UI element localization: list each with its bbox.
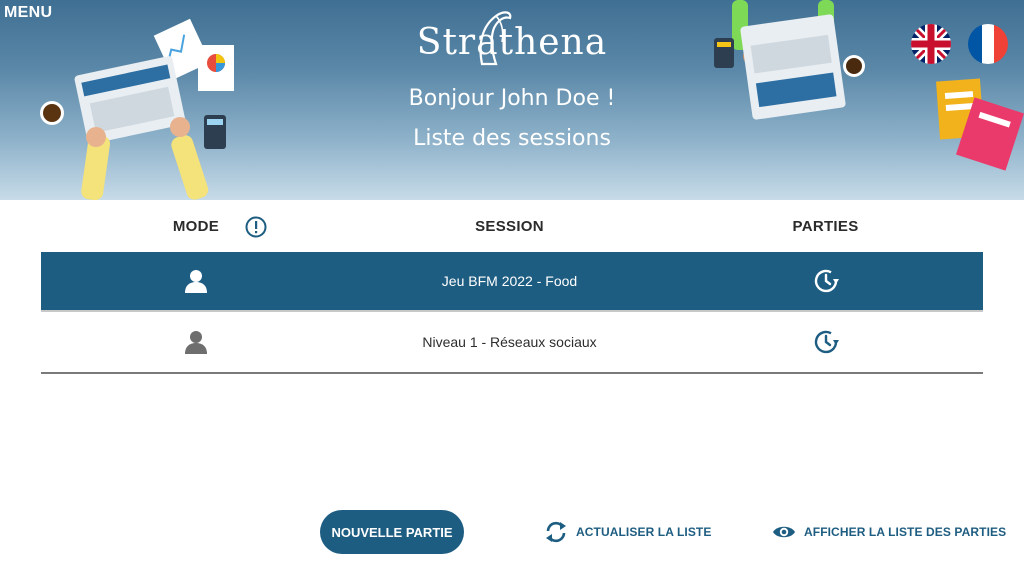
column-header-session: SESSION: [475, 217, 544, 235]
page-title: Liste des sessions: [413, 126, 611, 151]
refresh-icon: [546, 521, 566, 543]
refresh-list-button[interactable]: ACTUALISER LA LISTE: [544, 518, 711, 546]
parties-cell: [668, 266, 983, 296]
language-english-button[interactable]: [911, 24, 951, 64]
table-row[interactable]: Niveau 1 - Réseaux sociaux: [41, 310, 983, 374]
history-clock-icon[interactable]: [811, 327, 841, 357]
session-name: Jeu BFM 2022 - Food: [441, 273, 578, 289]
eye-icon: [773, 526, 795, 538]
table-row[interactable]: Jeu BFM 2022 - Food: [41, 252, 983, 310]
france-flag-icon: [968, 24, 1008, 64]
sessions-table: MODE SESSION PARTIES Jeu BFM 2022 - Food: [41, 200, 983, 374]
user-icon: [185, 270, 207, 293]
parties-cell: [668, 327, 983, 357]
column-header-mode: MODE: [41, 218, 351, 235]
strathena-logo: Strathena: [417, 11, 606, 72]
user-icon: [185, 331, 207, 354]
helmet-logo-icon: [479, 11, 512, 66]
refresh-list-label: ACTUALISER LA LISTE: [576, 525, 712, 539]
language-french-button[interactable]: [968, 24, 1008, 64]
column-header-mode-label: MODE: [172, 217, 220, 235]
uk-flag-icon: [911, 24, 951, 64]
history-clock-icon[interactable]: [811, 266, 841, 296]
session-name: Niveau 1 - Réseaux sociaux: [422, 334, 597, 350]
view-games-button[interactable]: AFFICHER LA LISTE DES PARTIES: [772, 518, 1006, 546]
mode-cell: [41, 268, 351, 294]
new-game-button[interactable]: NOUVELLE PARTIE: [320, 510, 464, 554]
greeting-text: Bonjour John Doe !: [408, 86, 616, 111]
view-games-label: AFFICHER LA LISTE DES PARTIES: [804, 525, 1007, 539]
column-header-parties: PARTIES: [792, 217, 859, 235]
table-header: MODE SESSION PARTIES: [41, 200, 983, 252]
header-banner: MENU Strathena Bonjour John Doe ! Liste …: [0, 0, 1024, 200]
info-exclamation-icon[interactable]: [245, 216, 267, 238]
mode-cell: [41, 329, 351, 355]
